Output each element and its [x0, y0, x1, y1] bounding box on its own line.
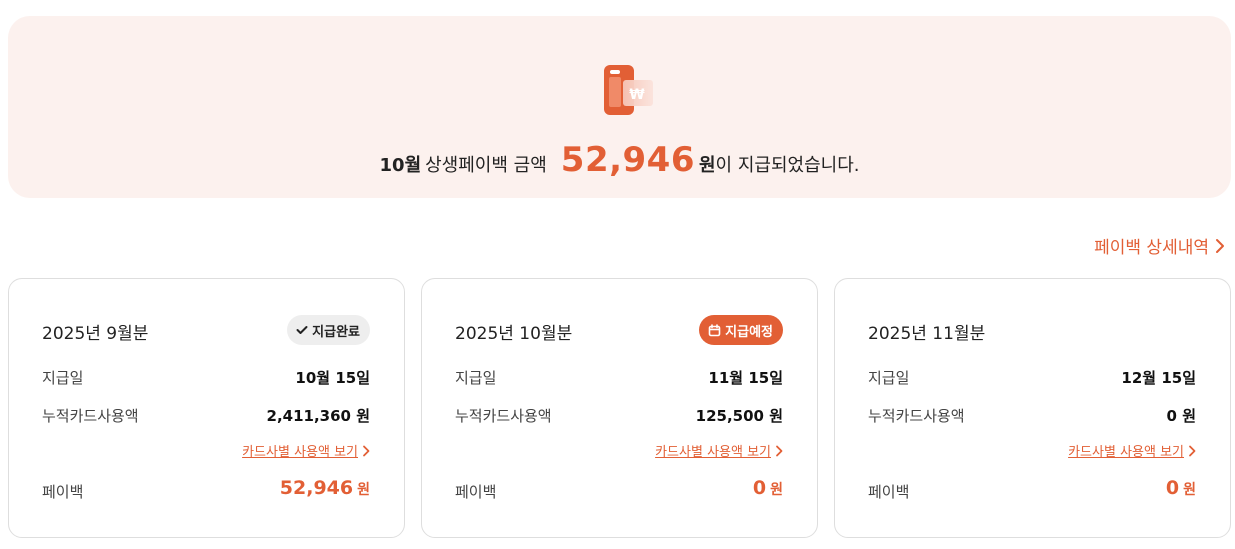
payback-card-november: 2025년 11월분 지급일 12월 15일 누적카드사용액 0 원 카드사별 … — [834, 278, 1231, 538]
card-usage-link-label: 카드사별 사용액 보기 — [655, 445, 771, 460]
card-usage-link[interactable]: 카드사별 사용액 보기 — [655, 441, 783, 460]
payback-banner: ₩ 10월 상생페이백 금액 52,946 원 이 지급되었습니다. — [8, 16, 1231, 198]
usage-label: 누적카드사용액 — [42, 407, 139, 425]
payback-message: 10월 상생페이백 금액 52,946 원 이 지급되었습니다. — [8, 140, 1231, 184]
payback-label: 페이백 — [455, 483, 497, 501]
card-usage-link-label: 카드사별 사용액 보기 — [1068, 445, 1184, 460]
payback-amount: 0 원 — [753, 477, 783, 499]
payback-number: 0 — [1165, 477, 1180, 499]
calendar-icon — [708, 323, 721, 336]
chevron-right-icon — [1189, 445, 1196, 456]
usage-value: 0 원 — [1166, 407, 1196, 425]
banner-text-after: 이 지급되었습니다. — [715, 155, 860, 176]
payback-label: 페이백 — [42, 483, 84, 501]
payback-detail-link[interactable]: 페이백 상세내역 — [1094, 233, 1225, 258]
payback-amount: 0 원 — [1166, 477, 1196, 499]
card-title: 2025년 11월분 — [868, 324, 986, 344]
status-badge-scheduled: 지급예정 — [699, 315, 783, 345]
chevron-right-icon — [363, 445, 370, 456]
pay-date-value: 11월 15일 — [708, 369, 783, 387]
check-icon — [296, 326, 308, 334]
usage-label: 누적카드사용액 — [868, 407, 965, 425]
chevron-right-icon — [776, 445, 783, 456]
pay-date-value: 10월 15일 — [295, 369, 370, 387]
pay-date-value: 12월 15일 — [1121, 369, 1196, 387]
usage-value: 125,500 원 — [695, 407, 783, 425]
chevron-right-icon — [1216, 238, 1224, 253]
card-usage-link[interactable]: 카드사별 사용액 보기 — [1068, 441, 1196, 460]
payback-unit: 원 — [770, 482, 783, 498]
card-usage-link[interactable]: 카드사별 사용액 보기 — [242, 441, 370, 460]
payback-number: 0 — [752, 477, 767, 499]
banner-amount: 52,946 — [560, 140, 695, 180]
card-title: 2025년 10월분 — [455, 324, 573, 344]
pay-date-label: 지급일 — [455, 369, 497, 387]
payback-card-october: 2025년 10월분 지급예정 지급일 11월 15일 누적카드사용액 125,… — [421, 278, 818, 538]
usage-value: 2,411,360 원 — [266, 407, 370, 425]
svg-text:₩: ₩ — [629, 87, 645, 103]
banner-text-before: 상생페이백 금액 — [425, 155, 547, 176]
badge-label: 지급예정 — [725, 324, 773, 340]
payback-unit: 원 — [1183, 482, 1196, 498]
status-badge-paid: 지급완료 — [287, 315, 370, 345]
payback-unit: 원 — [357, 482, 370, 498]
payback-card-won-icon: ₩ — [604, 65, 653, 115]
pay-date-label: 지급일 — [868, 369, 910, 387]
badge-label: 지급완료 — [312, 324, 360, 340]
payback-amount: 52,946 원 — [280, 477, 370, 499]
payback-detail-label: 페이백 상세내역 — [1094, 238, 1209, 258]
payback-label: 페이백 — [868, 483, 910, 501]
card-usage-link-label: 카드사별 사용액 보기 — [242, 445, 358, 460]
banner-month: 10월 — [379, 155, 422, 176]
card-title: 2025년 9월분 — [42, 324, 149, 344]
usage-label: 누적카드사용액 — [455, 407, 552, 425]
payback-card-september: 2025년 9월분 지급완료 지급일 10월 15일 누적카드사용액 2,411… — [8, 278, 405, 538]
banner-won: 원 — [698, 155, 716, 176]
payback-number: 52,946 — [279, 477, 354, 499]
pay-date-label: 지급일 — [42, 369, 84, 387]
